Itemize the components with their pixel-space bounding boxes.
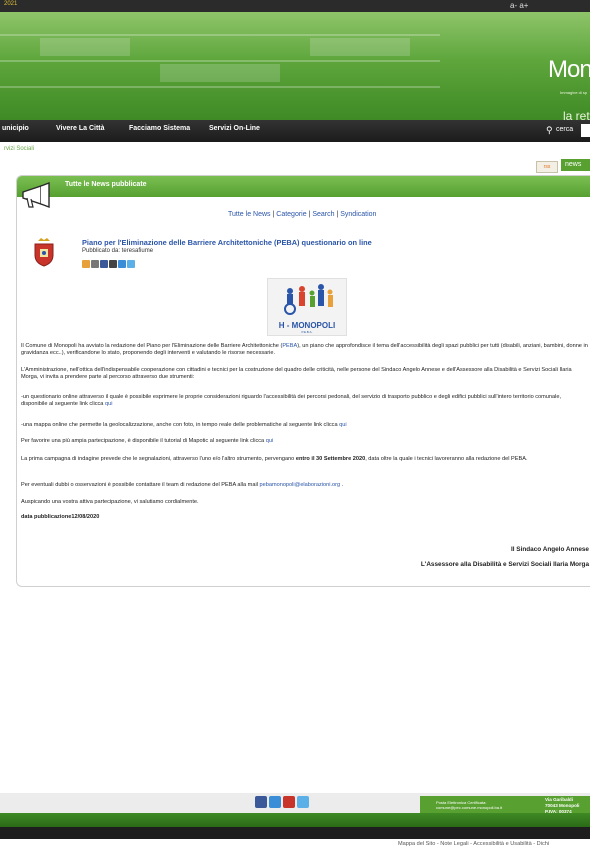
rss-button[interactable]: rss	[536, 161, 558, 173]
pec-email[interactable]: comune@pec.comune.monopoli.ba.it	[436, 805, 502, 810]
share-delicious-icon[interactable]	[109, 260, 117, 268]
pec-info: Posta Elettronica Certificata: comune@pe…	[436, 800, 502, 810]
share-facebook-icon[interactable]	[100, 260, 108, 268]
header-decoration	[0, 34, 440, 36]
search-input[interactable]	[581, 124, 590, 137]
peba-logo-subtitle: P.E.B.A.	[301, 330, 313, 334]
email-link[interactable]: pebamonopoli@elaborazioni.org	[260, 482, 341, 488]
article-paragraph: Auspicando una vostra attiva partecipazi…	[21, 499, 589, 506]
paragraph-text: L'Amministrazione, nell'ottica dell'indi…	[21, 367, 572, 380]
link-categories[interactable]: Categorie	[276, 211, 306, 218]
youtube-icon[interactable]	[283, 796, 295, 808]
paragraph-text: .	[340, 482, 344, 488]
share-twitter-icon[interactable]	[127, 260, 135, 268]
footer-social-icons	[255, 795, 311, 809]
publication-date: data pubblicazione12/08/2020	[21, 514, 589, 521]
nav-item-municipio[interactable]: unicipio	[2, 125, 29, 132]
paragraph-text: Il Comune di Monopoli ha avviato la reda…	[21, 343, 283, 349]
breadcrumb[interactable]: rvizi Sociali	[4, 146, 34, 152]
share-print-icon[interactable]	[91, 260, 99, 268]
link-all-news[interactable]: Tutte le News	[228, 211, 271, 218]
article-paragraph: -un questionario online attraverso il qu…	[21, 394, 589, 408]
paragraph-text: Per eventuali dubbi o osservazioni è pos…	[21, 482, 260, 488]
paragraph-text: Per favorire una più ampia partecipazion…	[21, 438, 266, 444]
nav-item-facciamo-sistema[interactable]: Facciamo Sistema	[129, 125, 190, 132]
site-brand[interactable]: Mon	[548, 56, 590, 84]
link-syndication[interactable]: Syndication	[340, 211, 376, 218]
site-header: Mon Immagine di sp la rete	[0, 12, 590, 120]
header-decoration	[40, 38, 130, 56]
footer-links[interactable]: Mappa del Sito - Note Legali - Accessibi…	[398, 841, 549, 847]
tutorial-link[interactable]: qui	[266, 438, 273, 444]
share-google-icon[interactable]	[118, 260, 126, 268]
news-panel: Tutte le News pubblicate Tutte le News |…	[16, 175, 590, 587]
questionnaire-link[interactable]: qui	[105, 401, 112, 407]
megaphone-icon	[22, 182, 50, 209]
peba-logo: H - MONOPOLI P.E.B.A.	[267, 278, 347, 336]
coat-of-arms-icon	[34, 238, 54, 267]
peba-logo-title: H - MONOPOLI	[278, 321, 336, 330]
article-paragraph: La prima campagna di indagine prevede ch…	[21, 456, 589, 463]
search-label: cerca	[556, 126, 574, 133]
news-links: Tutte le News | Categorie | Search | Syn…	[228, 211, 376, 218]
header-decoration	[0, 86, 440, 88]
article-author: Pubblicato da: teresafiume	[82, 248, 154, 254]
panel-title: Tutte le News pubblicate	[65, 181, 147, 188]
article-title[interactable]: Piano per l'Eliminazione delle Barriere …	[82, 238, 372, 247]
article-paragraph: L'Amministrazione, nell'ottica dell'indi…	[21, 367, 589, 381]
article-paragraph: Per favorire una più ampia partecipazion…	[21, 438, 589, 445]
link-search[interactable]: Search	[312, 211, 334, 218]
paragraph-text: -un questionario online attraverso il qu…	[21, 394, 562, 407]
flickr-icon[interactable]	[269, 796, 281, 808]
main-nav: unicipio Vivere La Città Facciamo Sistem…	[0, 120, 590, 142]
share-email-icon[interactable]	[82, 260, 90, 268]
panel-header: Tutte le News pubblicate	[17, 176, 590, 197]
footer-dark-band	[0, 827, 590, 839]
header-decoration	[0, 60, 440, 62]
header-decoration	[160, 64, 280, 82]
publication-date-text: data pubblicazione12/08/2020	[21, 514, 100, 520]
article-paragraph: -una mappa online che permette la geoloc…	[21, 422, 589, 429]
news-button[interactable]: news	[561, 159, 590, 171]
paragraph-text: , data oltre la quale i tecnici lavorera…	[365, 456, 528, 462]
councillor-signature: L'Assessore alla Disabilità e Servizi So…	[420, 561, 589, 568]
top-bar: 2021 a- a+	[0, 0, 590, 12]
map-link[interactable]: qui	[339, 422, 346, 428]
footer-green-band	[0, 813, 590, 827]
brand-tagline: la rete	[563, 109, 590, 120]
share-icons	[82, 255, 136, 268]
paragraph-text: La prima campagna di indagine prevede ch…	[21, 456, 296, 462]
twitter-icon[interactable]	[297, 796, 309, 808]
header-decoration	[310, 38, 410, 56]
peba-link[interactable]: PEBA	[282, 343, 297, 349]
facebook-icon[interactable]	[255, 796, 267, 808]
article-paragraph: Per eventuali dubbi o osservazioni è pos…	[21, 482, 589, 489]
article-paragraph: Il Comune di Monopoli ha avviato la reda…	[21, 343, 589, 357]
deadline-text: entro il 30 Settembre 2020	[295, 456, 366, 462]
top-bar-left-text: 2021	[4, 1, 18, 7]
nav-item-vivere-la-citta[interactable]: Vivere La Città	[56, 125, 105, 132]
mayor-signature: Il Sindaco Angelo Annese	[510, 546, 589, 553]
search-icon[interactable]: ⚲	[546, 125, 553, 136]
font-size-controls[interactable]: a- a+	[510, 1, 528, 10]
brand-subtitle: Immagine di sp	[560, 90, 588, 95]
paragraph-text: -una mappa online che permette la geoloc…	[21, 422, 340, 428]
accessibility-figures-icon	[284, 284, 333, 315]
paragraph-text: Auspicando una vostra attiva partecipazi…	[21, 499, 199, 505]
nav-item-servizi-online[interactable]: Servizi On-Line	[209, 125, 260, 132]
